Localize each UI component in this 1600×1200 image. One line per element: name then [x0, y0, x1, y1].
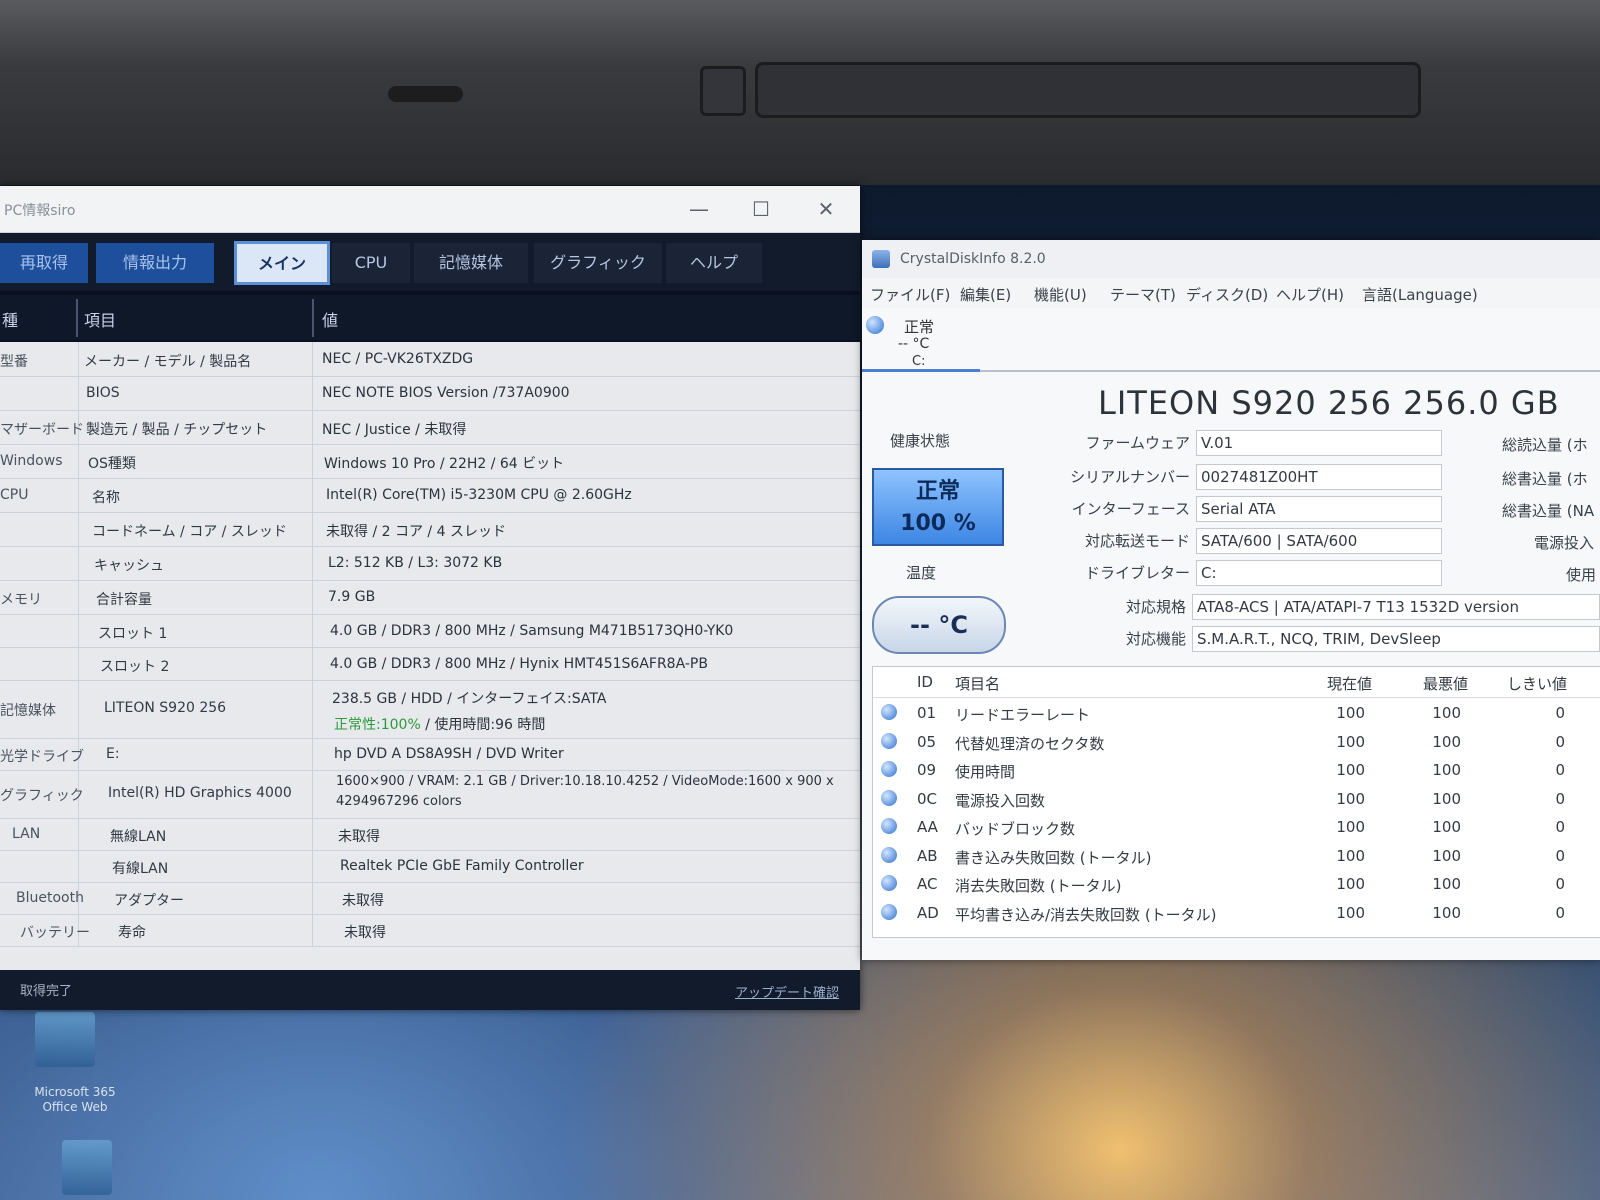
bezel-indicator: [388, 86, 463, 102]
smart-row[interactable]: 01 リードエラーレート 100 100 0: [873, 698, 1600, 727]
temperature-label: 温度: [906, 564, 937, 582]
menu-function[interactable]: 機能(U): [1034, 284, 1087, 305]
desktop-app-icon[interactable]: [35, 1012, 95, 1067]
status-dot-icon: [881, 818, 897, 834]
table-row: BIOS NEC NOTE BIOS Version /737A0900: [0, 376, 860, 411]
column-item: 項目: [84, 311, 117, 330]
menu-theme[interactable]: テーマ(T): [1110, 284, 1176, 305]
smart-row[interactable]: AD 平均書き込み/消去失敗回数 (トータル) 100 100 0: [873, 898, 1600, 927]
smart-row[interactable]: AC 消去失敗回数 (トータル) 100 100 0: [873, 869, 1600, 898]
update-check-link[interactable]: アップデート確認: [735, 982, 839, 1001]
smart-row[interactable]: 09 使用時間 100 100 0: [873, 755, 1600, 784]
serial-field: 0027481Z00HT: [1196, 464, 1442, 490]
drive-model: LITEON S920 256 256.0 GB: [1098, 384, 1560, 422]
status-dot-icon: [881, 875, 897, 891]
close-button[interactable]: ✕: [803, 194, 849, 224]
status-dot-icon: [881, 903, 897, 920]
status-dot-icon: [881, 761, 897, 777]
desktop-icon-label: Microsoft 365 Office Web: [34, 1085, 116, 1114]
pcinfo-toolbar: 再取得 情報出力 メイン CPU 記憶媒体 グラフィック ヘルプ: [0, 233, 860, 295]
features-field: S.M.A.R.T., NCQ, TRIM, DevSleep: [1192, 626, 1600, 652]
status-dot-icon: [881, 846, 897, 863]
tab-cpu[interactable]: CPU: [332, 243, 410, 283]
tab-storage[interactable]: 記憶媒体: [414, 243, 528, 283]
minimize-button[interactable]: —: [676, 194, 722, 224]
health-status-button[interactable]: 正常 100 %: [872, 468, 1004, 546]
column-value: 値: [322, 311, 339, 330]
tab-graphics[interactable]: グラフィック: [534, 243, 662, 283]
crystaldiskinfo-app-icon: [872, 250, 890, 268]
transfer-mode-field: SATA/600 | SATA/600: [1196, 528, 1442, 554]
table-row: 記憶媒体 LITEON S920 256 238.5 GB / HDD / イン…: [0, 680, 860, 739]
crystaldiskinfo-window: CrystalDiskInfo 8.2.0 ファイル(F) 編集(E) 機能(U…: [862, 240, 1600, 960]
pcinfo-window: PC情報siro — ☐ ✕ 再取得 情報出力 メイン CPU 記憶媒体 グラフ…: [0, 186, 860, 1010]
export-button[interactable]: 情報出力: [96, 243, 214, 283]
table-row: マザーボード 製造元 / 製品 / チップセット NEC / Justice /…: [0, 410, 860, 445]
table-row: 光学ドライブ E: hp DVD A DS8A9SH / DVD Writer: [0, 738, 860, 771]
menu-disk[interactable]: ディスク(D): [1186, 284, 1268, 305]
smart-row[interactable]: 05 代替処理済のセクタ数 100 100 0: [873, 727, 1600, 756]
status-dot-icon: [881, 704, 897, 720]
table-row: グラフィック Intel(R) HD Graphics 4000 1600×90…: [0, 770, 860, 819]
column-category: 種: [2, 311, 19, 330]
maximize-button[interactable]: ☐: [738, 194, 784, 224]
drive-letter-field: C:: [1196, 560, 1442, 586]
refresh-button[interactable]: 再取得: [0, 243, 88, 283]
status-dot-icon: [881, 732, 897, 749]
smart-header: ID 項目名 現在値 最悪値 しきい値: [873, 667, 1600, 698]
tab-main[interactable]: メイン: [234, 241, 330, 285]
status-dot-icon: [881, 789, 897, 806]
menu-file[interactable]: ファイル(F): [870, 284, 950, 305]
standard-field: ATA8-ACS | ATA/ATAPI-7 T13 1532D version: [1192, 594, 1600, 620]
laptop-bezel: [0, 0, 1600, 185]
table-row: Bluetooth アダプター 未取得: [0, 882, 860, 915]
menu-edit[interactable]: 編集(E): [960, 284, 1011, 305]
smart-row[interactable]: AA バッドブロック数 100 100 0: [873, 812, 1600, 841]
table-row: メモリ 合計容量 7.9 GB: [0, 580, 860, 615]
firmware-field: V.01: [1196, 430, 1442, 456]
table-row: Windows OS種類 Windows 10 Pro / 22H2 / 64 …: [0, 444, 860, 479]
pcinfo-titlebar[interactable]: PC情報siro — ☐ ✕: [0, 186, 860, 233]
table-row: スロット 2 4.0 GB / DDR3 / 800 MHz / Hynix H…: [0, 647, 860, 681]
cdi-title: CrystalDiskInfo 8.2.0: [900, 251, 1046, 267]
pcinfo-column-header: 種 項目 値: [0, 295, 860, 342]
smart-table: ID 項目名 現在値 最悪値 しきい値 01 リードエラーレート 100 100 0 …: [872, 666, 1600, 938]
table-row: キャッシュ L2: 512 KB / L3: 3072 KB: [0, 546, 860, 581]
menu-language[interactable]: 言語(Language): [1362, 284, 1478, 305]
table-row: 型番 メーカー / モデル / 製品名 NEC / PC-VK26TXZDG: [0, 342, 860, 377]
table-row: スロット 1 4.0 GB / DDR3 / 800 MHz / Samsung…: [0, 614, 860, 648]
drive-tab[interactable]: 正常 -- °C C:: [862, 308, 1600, 372]
table-row: コードネーム / コア / スレッド 未取得 / 2 コア / 4 スレッド: [0, 512, 860, 547]
health-label: 健康状態: [890, 432, 951, 450]
interface-field: Serial ATA: [1196, 496, 1442, 522]
pcinfo-title: PC情報siro: [4, 203, 76, 219]
table-row: 有線LAN Realtek PCIe GbE Family Controller: [0, 850, 860, 883]
storage-health-line: 正常性:100% / 使用時間:96 時間: [334, 717, 546, 733]
menu-help[interactable]: ヘルプ(H): [1276, 284, 1344, 305]
drive-status-icon: [866, 316, 884, 334]
bezel-camera: [700, 66, 746, 116]
pcinfo-statusbar: 取得完了 アップデート確認: [0, 970, 860, 1010]
cdi-titlebar[interactable]: CrystalDiskInfo 8.2.0: [862, 240, 1600, 278]
table-row: CPU 名称 Intel(R) Core(TM) i5-3230M CPU @ …: [0, 478, 860, 513]
table-row: バッテリー 寿命 未取得: [0, 914, 860, 947]
desktop-app-icon-2[interactable]: [62, 1140, 112, 1195]
temperature-display: -- °C: [872, 596, 1006, 654]
smart-row[interactable]: AB 書き込み失敗回数 (トータル) 100 100 0: [873, 841, 1600, 870]
smart-row[interactable]: 0C 電源投入回数 100 100 0: [873, 784, 1600, 813]
cdi-menubar: ファイル(F) 編集(E) 機能(U) テーマ(T) ディスク(D) ヘルプ(H…: [862, 278, 1600, 308]
tab-help[interactable]: ヘルプ: [666, 243, 762, 283]
bezel-slot: [755, 62, 1421, 118]
table-row: LAN 無線LAN 未取得: [0, 818, 860, 851]
status-text: 取得完了: [20, 984, 73, 999]
